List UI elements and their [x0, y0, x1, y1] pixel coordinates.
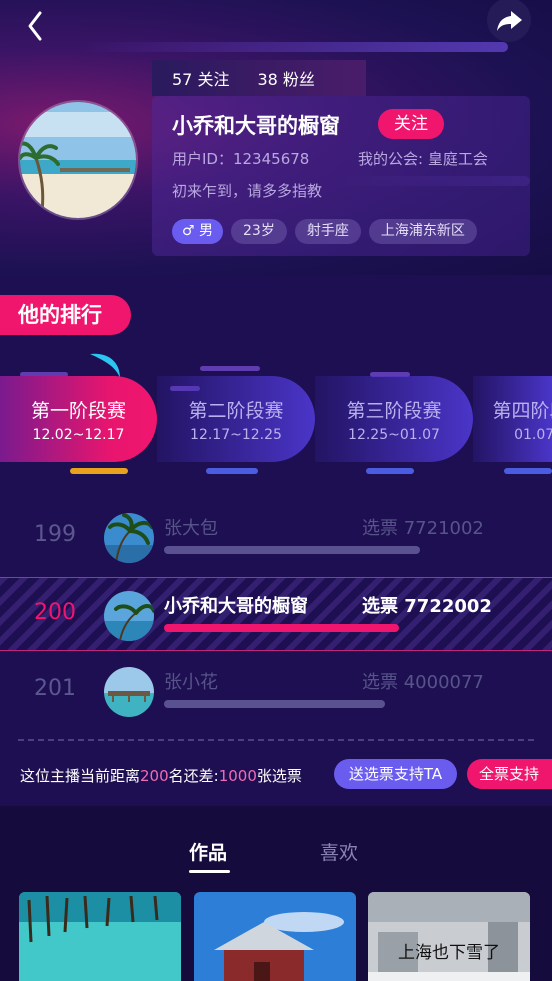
sea-photo: [104, 591, 154, 641]
tag-location: 上海浦东新区: [368, 219, 477, 244]
beach-photo: [20, 102, 136, 218]
resort-photo: [104, 667, 154, 717]
rank-votes: 选票 4000077: [362, 672, 484, 693]
gap-mid: 名还差:: [168, 767, 219, 785]
stage-date: 12.17~12.25: [190, 427, 282, 443]
stage-4-inner: 第四阶段赛 01.07~: [473, 396, 552, 443]
vote-progress-bar: [164, 624, 399, 632]
chevron-left-icon: [28, 11, 42, 41]
sea-pier-photo: [19, 892, 181, 981]
cabin-photo: [194, 892, 356, 981]
work-thumbnail[interactable]: 上海也下雪了: [368, 892, 530, 981]
rank-row-current[interactable]: 200 小乔和大哥的橱窗 选票 7722002: [0, 577, 552, 651]
gap-suffix: 张选票: [256, 767, 302, 785]
rank-row[interactable]: 199 张大包 选票 7721002: [0, 500, 552, 574]
fans-count[interactable]: 38 粉丝: [257, 66, 314, 90]
tab-likes[interactable]: 喜欢: [320, 838, 358, 865]
work-thumbnail[interactable]: [19, 892, 181, 981]
share-button[interactable]: [487, 0, 531, 42]
tag-gender: ♂ 男: [172, 219, 224, 244]
snow-photo: [368, 892, 530, 981]
tab-works[interactable]: 作品: [189, 838, 227, 865]
rank-number: 201: [34, 676, 76, 701]
tag-age: 23岁: [231, 219, 287, 244]
gap-amount: 1000: [218, 767, 257, 785]
send-vote-button[interactable]: 送选票支持TA: [334, 759, 457, 789]
thumbnail-caption: 上海也下雪了: [398, 943, 500, 963]
stats-bar: 57 关注 38 粉丝: [152, 60, 366, 96]
tab-indicator: [189, 870, 230, 873]
decor-streak: [78, 42, 508, 52]
stage-date: 12.25~01.07: [348, 427, 440, 443]
tab-stage-3[interactable]: 第三阶段赛 12.25~01.07: [315, 376, 473, 462]
tab-stage-2[interactable]: 第二阶段赛 12.17~12.25: [157, 376, 315, 462]
stage-underline: [70, 468, 128, 474]
rank-name: 张大包: [164, 518, 218, 539]
all-vote-button[interactable]: 全票支持: [467, 759, 552, 789]
tab-stage-1[interactable]: 第一阶段赛 12.02~12.17: [0, 376, 157, 462]
vote-progress-bar: [164, 546, 420, 554]
divider: [18, 739, 534, 741]
vote-progress-bar: [164, 700, 385, 708]
profile-tags: ♂ 男 23岁 射手座 上海浦东新区: [172, 219, 477, 244]
tag-zodiac: 射手座: [294, 219, 361, 244]
rank-row[interactable]: 201 张小花 选票 4000077: [0, 654, 552, 728]
stage-name: 第四阶段赛: [492, 400, 552, 422]
gap-prefix: 这位主播当前距离: [20, 767, 141, 785]
share-icon: [497, 11, 522, 31]
following-count[interactable]: 57 关注: [172, 66, 229, 90]
profile-name: 小乔和大哥的橱窗: [172, 114, 340, 138]
gap-rank: 200: [140, 767, 169, 785]
works-section: 作品 喜欢 上海也下雪了: [0, 806, 552, 981]
back-button[interactable]: [20, 8, 56, 44]
stage-date: 01.07~: [514, 427, 552, 443]
avatar: [104, 667, 154, 717]
stage-underline: [504, 468, 552, 474]
stage-name: 第二阶段赛: [188, 400, 284, 422]
profile-card: 小乔和大哥的橱窗 关注 用户ID：12345678 我的公会: 皇庭工会 初来乍…: [152, 96, 530, 256]
avatar[interactable]: [18, 100, 138, 220]
stage-underline: [206, 468, 258, 474]
stage-name: 第一阶段赛: [30, 400, 126, 422]
stage-date: 12.02~12.17: [32, 427, 125, 443]
rank-number: 199: [34, 522, 76, 547]
profile-bio: 初来乍到，请多多指教: [172, 182, 323, 200]
avatar: [104, 591, 154, 641]
palm-photo: [104, 513, 154, 563]
avatar: [104, 513, 154, 563]
rank-votes: 选票 7722002: [362, 596, 492, 617]
stage-underline: [366, 468, 414, 474]
rank-number: 200: [34, 600, 76, 625]
decor-streak: [200, 366, 260, 371]
section-title-ranking: 他的排行: [0, 295, 131, 335]
follow-button[interactable]: 关注: [378, 109, 444, 139]
vote-gap-text: 这位主播当前距离200名还差:1000张选票: [20, 765, 302, 786]
rank-votes: 选票 7721002: [362, 518, 484, 539]
rank-name: 小乔和大哥的橱窗: [164, 596, 308, 617]
stage-name: 第三阶段赛: [346, 400, 442, 422]
profile-header: 57 关注 38 粉丝 小乔和大哥的橱窗 关注 用户ID：12345678 我的…: [0, 0, 552, 275]
tab-stage-4[interactable]: 第四阶段赛 01.07~: [473, 376, 552, 462]
rank-name: 张小花: [164, 672, 218, 693]
user-id: 用户ID：12345678: [172, 150, 310, 168]
union-info: 我的公会: 皇庭工会: [358, 150, 488, 168]
work-thumbnail[interactable]: [194, 892, 356, 981]
